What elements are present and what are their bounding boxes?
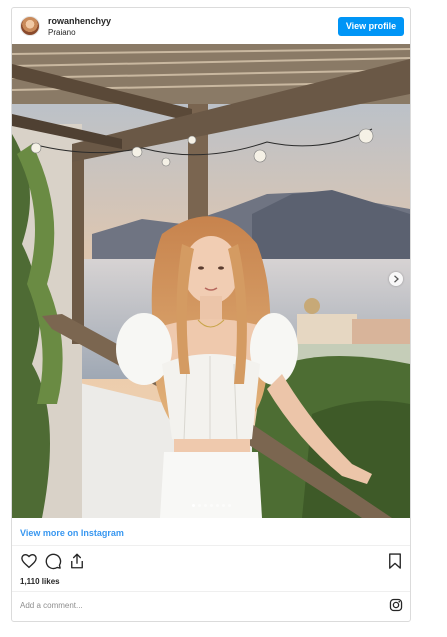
instagram-logo-icon[interactable] <box>389 598 403 612</box>
carousel-dot <box>197 504 201 507</box>
post-photo[interactable] <box>12 44 410 518</box>
share-icon[interactable] <box>68 552 86 570</box>
location[interactable]: Praiano <box>48 28 76 37</box>
carousel-dot <box>209 504 213 507</box>
carousel-dot <box>191 504 195 507</box>
heart-icon[interactable] <box>20 552 38 570</box>
carousel-dot <box>227 504 231 507</box>
carousel-dot <box>203 504 207 507</box>
carousel-dot <box>215 504 219 507</box>
view-profile-button[interactable]: View profile <box>338 17 404 36</box>
add-comment-input[interactable]: Add a comment... <box>20 601 380 610</box>
action-bar <box>12 552 410 574</box>
username[interactable]: rowanhenchyy <box>48 16 111 26</box>
carousel-dot <box>221 504 225 507</box>
likes-count[interactable]: 1,110 likes <box>20 577 60 586</box>
comment-icon[interactable] <box>44 552 62 570</box>
post-header: rowanhenchyy Praiano View profile <box>12 8 410 44</box>
instagram-embed-card: rowanhenchyy Praiano View profile View m… <box>11 7 411 622</box>
divider <box>12 545 410 546</box>
carousel-indicator <box>12 504 410 507</box>
divider <box>12 591 410 592</box>
carousel-next-button[interactable] <box>389 272 403 286</box>
chevron-right-icon <box>394 275 399 283</box>
avatar[interactable] <box>20 16 40 36</box>
view-more-link[interactable]: View more on Instagram <box>20 528 124 538</box>
photo-illustration <box>12 44 410 518</box>
bookmark-icon[interactable] <box>386 552 404 570</box>
